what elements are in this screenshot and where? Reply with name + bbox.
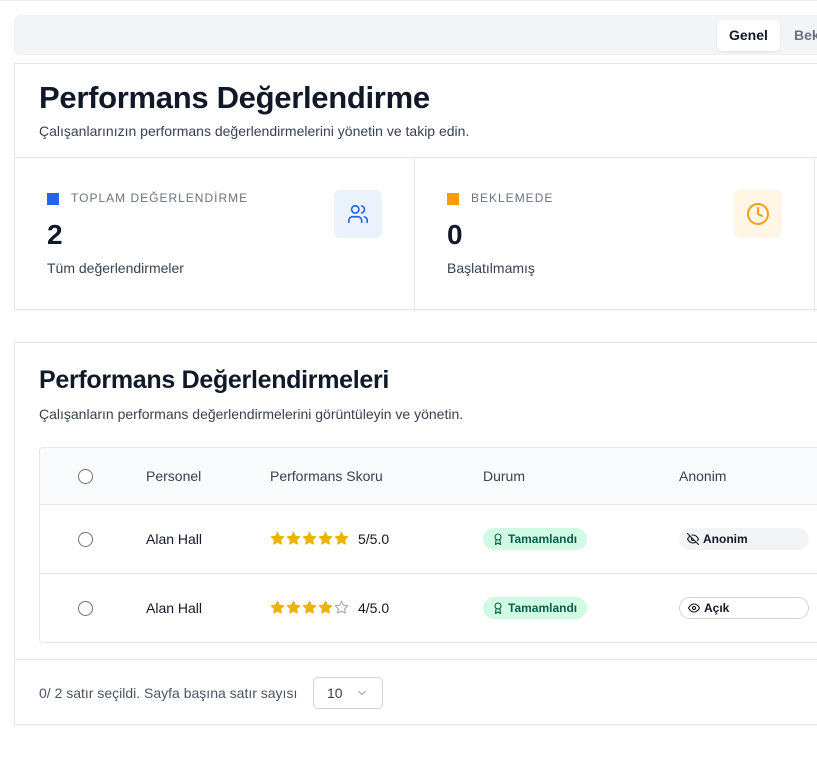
page-title: Performans Değerlendirme xyxy=(39,80,430,115)
anonymous-label: Açık xyxy=(704,601,730,615)
clock-icon xyxy=(734,190,782,238)
summary-card: Performans Değerlendirme Çalışanlarınızı… xyxy=(14,63,817,311)
row-select-radio[interactable] xyxy=(78,532,93,547)
page-subtitle: Çalışanlarınızın performans değerlendirm… xyxy=(39,123,470,139)
star-filled-icon xyxy=(286,531,301,545)
table-footer: 0/ 2 satır seçildi. Sayfa başına satır s… xyxy=(15,659,817,725)
stat-pending: BEKLEMEDE 0 Başlatılmamış xyxy=(415,158,815,311)
chevron-down-icon xyxy=(358,690,366,696)
column-header-anonymous[interactable]: Anonim xyxy=(679,468,726,484)
tabs-bar: Genel Bek xyxy=(14,15,817,55)
rating-stars xyxy=(270,600,349,616)
rating-stars xyxy=(270,531,349,547)
evaluations-table: Personel Performans Skoru Durum Anonim A… xyxy=(39,447,817,643)
star-filled-icon xyxy=(318,600,333,614)
score-value: 5/5.0 xyxy=(358,531,390,547)
rows-per-page-value: 10 xyxy=(327,685,343,701)
star-filled-icon xyxy=(270,600,285,614)
eye-off-icon xyxy=(687,533,699,545)
top-border xyxy=(0,0,817,1)
card-title: Performans Değerlendirmeleri xyxy=(39,366,390,394)
status-label: Tamamlandı xyxy=(508,532,578,546)
stat-description: Başlatılmamış xyxy=(447,260,535,276)
tab-genel[interactable]: Genel xyxy=(717,20,780,51)
table-header: Personel Performans Skoru Durum Anonim xyxy=(40,448,817,505)
award-icon xyxy=(494,533,502,545)
table-row[interactable]: Alan Hall 5/5.0 Tamamlandı Anonim xyxy=(40,505,817,574)
anonymous-label: Anonim xyxy=(703,532,748,546)
star-filled-icon xyxy=(334,531,349,545)
employee-name: Alan Hall xyxy=(146,531,203,547)
column-header-status[interactable]: Durum xyxy=(483,468,525,484)
stat-label: TOPLAM DEĞERLENDİRME xyxy=(71,191,249,205)
card-subtitle: Çalışanların performans değerlendirmeler… xyxy=(39,406,464,422)
star-filled-icon xyxy=(302,531,317,545)
score-value: 4/5.0 xyxy=(358,600,390,616)
stat-description: Tüm değerlendirmeler xyxy=(47,260,184,276)
stat-color-marker xyxy=(447,193,459,205)
stat-value: 2 xyxy=(47,219,63,250)
stat-label: BEKLEMEDE xyxy=(471,191,554,205)
star-filled-icon xyxy=(302,600,317,614)
select-all-radio[interactable] xyxy=(78,469,93,484)
star-filled-icon xyxy=(286,600,301,614)
column-header-personel[interactable]: Personel xyxy=(146,468,201,484)
award-icon xyxy=(494,602,502,614)
stat-total-evaluations: TOPLAM DEĞERLENDİRME 2 Tüm değerlendirme… xyxy=(15,158,415,311)
evaluations-card: Performans Değerlendirmeleri Çalışanları… xyxy=(14,342,817,725)
tab-beklemede[interactable]: Bek xyxy=(782,20,817,51)
anonymous-badge: Açık xyxy=(679,597,809,619)
eye-icon xyxy=(688,603,700,613)
employee-name: Alan Hall xyxy=(146,600,203,616)
star-filled-icon xyxy=(318,531,333,545)
stats-row: TOPLAM DEĞERLENDİRME 2 Tüm değerlendirme… xyxy=(15,157,817,311)
status-badge: Tamamlandı xyxy=(483,597,588,619)
stat-color-marker xyxy=(47,193,59,205)
selection-summary: 0/ 2 satır seçildi. Sayfa başına satır s… xyxy=(39,685,298,701)
column-header-score[interactable]: Performans Skoru xyxy=(270,468,383,484)
table-row[interactable]: Alan Hall 4/5.0 Tamamlandı Açık xyxy=(40,574,817,642)
row-select-radio[interactable] xyxy=(78,601,93,616)
star-empty-icon xyxy=(334,600,349,614)
rows-per-page-select[interactable]: 10 xyxy=(313,677,383,709)
status-label: Tamamlandı xyxy=(508,601,578,615)
stat-value: 0 xyxy=(447,219,463,250)
anonymous-badge: Anonim xyxy=(679,528,809,550)
star-filled-icon xyxy=(270,531,285,545)
status-badge: Tamamlandı xyxy=(483,528,588,550)
users-icon xyxy=(334,190,382,238)
